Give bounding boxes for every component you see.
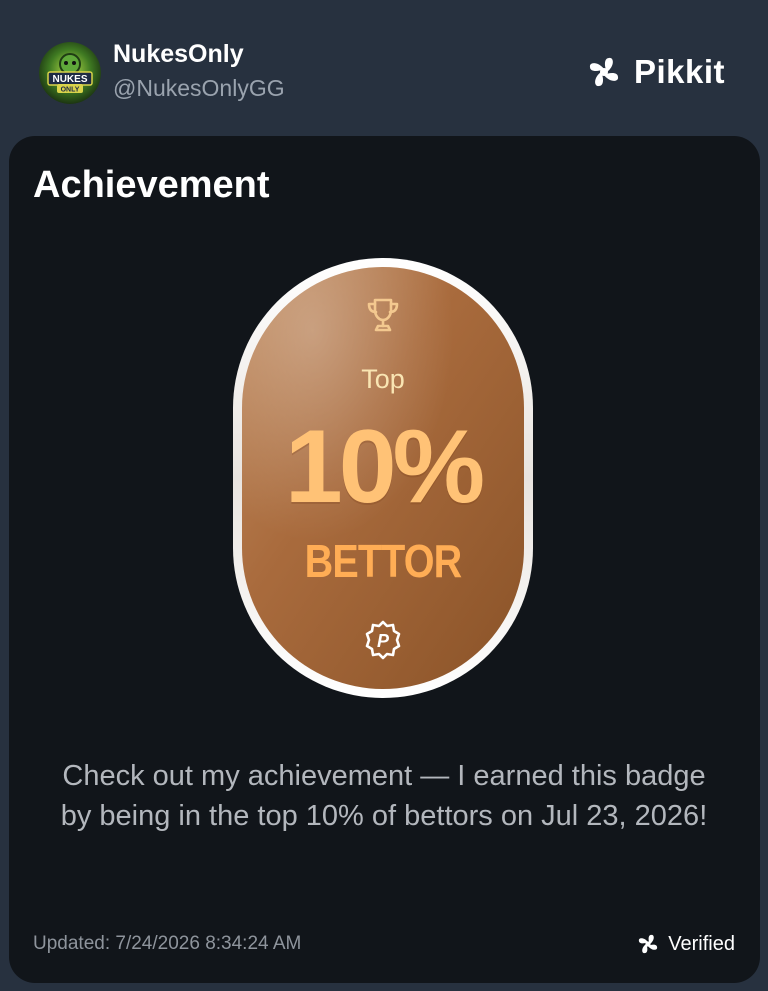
user-name[interactable]: NukesOnly bbox=[113, 40, 244, 69]
card-title: Achievement bbox=[33, 164, 270, 206]
achievement-badge: Top 10% BETTOR P bbox=[233, 258, 533, 698]
profile-header: NUKES ONLY NukesOnly @NukesOnlyGG Pikkit bbox=[0, 0, 768, 140]
user-handle: @NukesOnlyGG bbox=[113, 75, 285, 101]
clover-icon bbox=[589, 57, 619, 87]
badge-bettor-label: BETTOR bbox=[304, 535, 463, 587]
verified-label: Verified bbox=[668, 932, 735, 955]
trophy-icon bbox=[367, 298, 399, 332]
p-badge-glyph: P bbox=[377, 631, 390, 651]
badge-percent: 10% bbox=[284, 409, 485, 525]
pikkit-brand: Pikkit bbox=[584, 52, 725, 92]
avatar-text: NUKES bbox=[52, 74, 87, 85]
avatar-text: ONLY bbox=[61, 87, 80, 94]
clover-icon bbox=[639, 934, 658, 954]
avatar[interactable]: NUKES ONLY bbox=[39, 42, 101, 104]
brand-name: Pikkit bbox=[633, 53, 725, 90]
achievement-card: Achievement Top 10% BETTOR P Check out m… bbox=[9, 136, 760, 983]
badge-top-label: Top bbox=[361, 364, 405, 394]
updated-timestamp: Updated: 7/24/2026 8:34:24 AM bbox=[33, 933, 302, 954]
verified-indicator[interactable]: Verified bbox=[635, 931, 735, 957]
achievement-description: Check out my achievement — I earned this… bbox=[60, 760, 708, 832]
p-badge-icon: P bbox=[365, 620, 401, 660]
